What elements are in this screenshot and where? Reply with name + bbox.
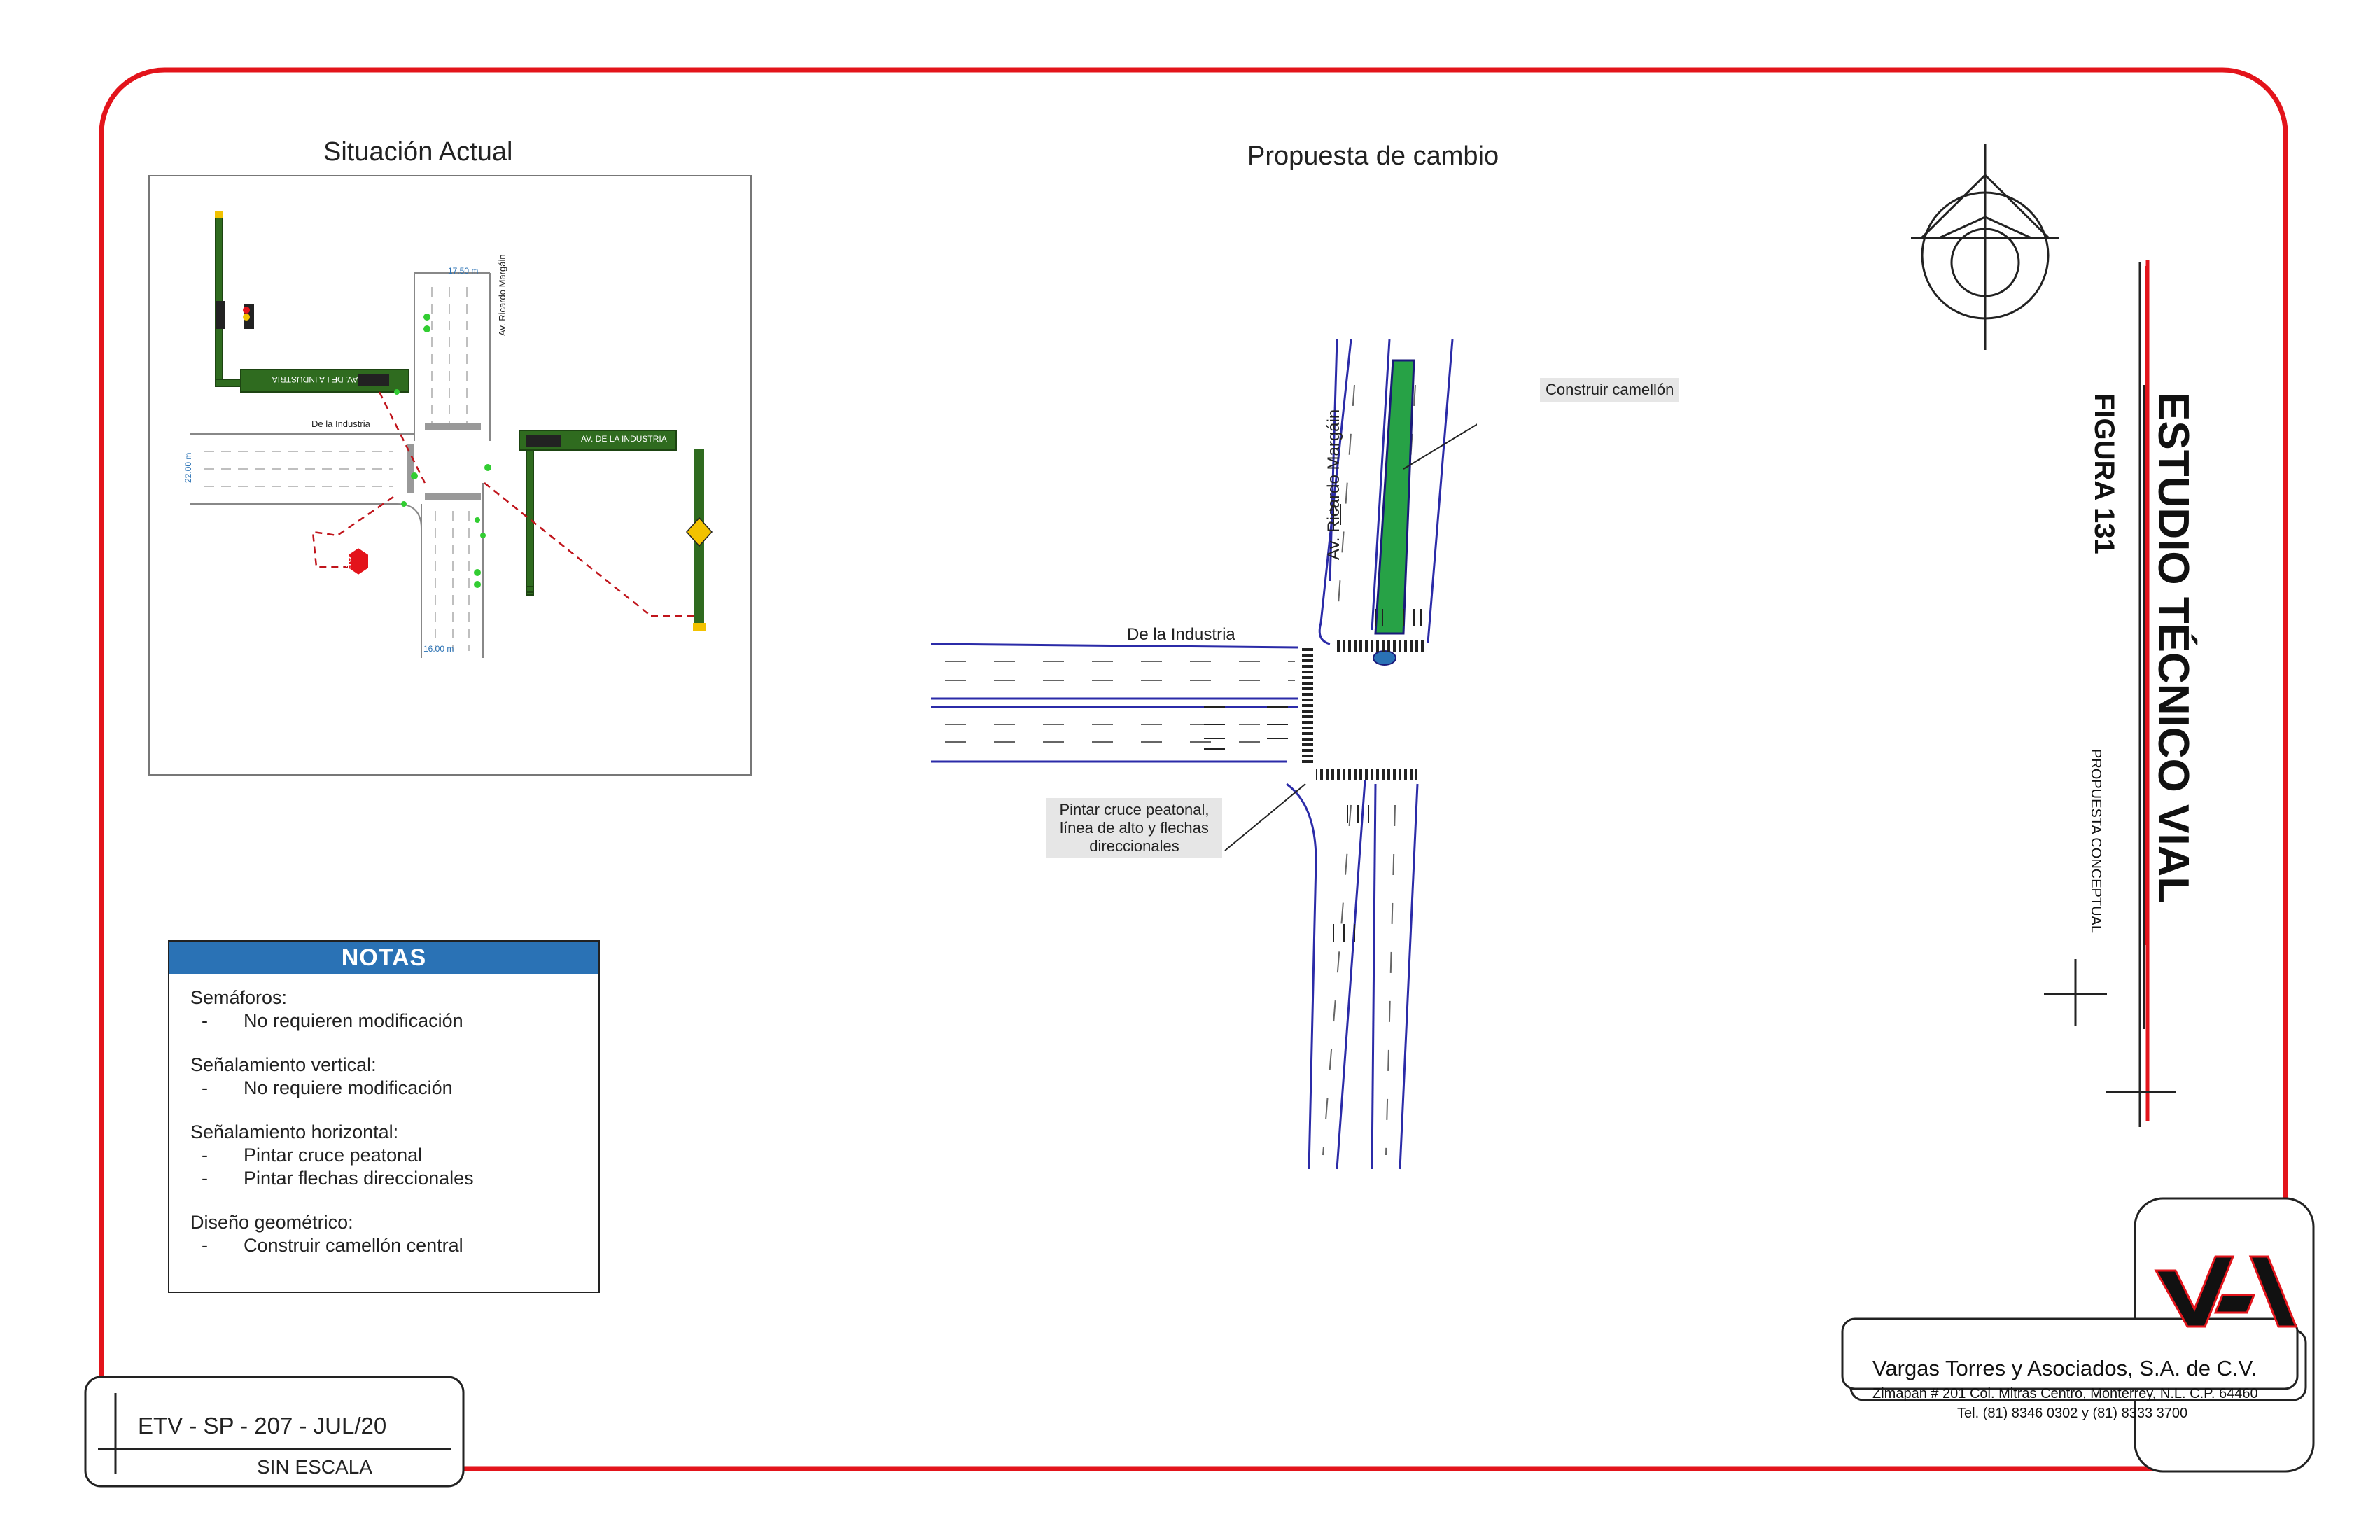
notes-group-title: Señalamiento vertical: (190, 1054, 377, 1075)
dash: - (202, 1010, 208, 1031)
current-street-west: De la Industria (312, 419, 370, 429)
notes-item: - No requieren modificación (190, 1009, 598, 1032)
current-sign-2: AV. DE LA INDUSTRIA (581, 434, 667, 444)
company-address: Zimapan # 201 Col. Mitras Centro, Monter… (1872, 1386, 2258, 1401)
proposal-street-west: De la Industria (1127, 625, 1236, 644)
current-dim-top: 17.50 m (448, 266, 479, 276)
current-dim-left: 22.00 m (183, 452, 193, 483)
title-proposal: Propuesta de cambio (1247, 141, 1499, 171)
company-phone: Tel. (81) 8346 0302 y (81) 8333 3700 (1957, 1406, 2188, 1421)
callout-line: Pintar cruce peatonal, (1059, 801, 1210, 818)
notes-group-title: Semáforos: (190, 987, 288, 1008)
notes-header: NOTAS (169, 941, 598, 974)
title-current-situation: Situación Actual (323, 137, 513, 167)
footer-scale: SIN ESCALA (257, 1456, 372, 1478)
sidebar-subtitle: PROPUESTA CONCEPTUAL (2088, 749, 2104, 934)
callout-line: direccionales (1089, 837, 1180, 855)
current-stop-sign: ALTO (345, 556, 354, 577)
company-logo-frame (1841, 1197, 2315, 1473)
proposal-plan (930, 339, 1477, 1170)
notes-item: - Pintar cruce peatonal (190, 1144, 598, 1167)
notes-group: Señalamiento horizontal: - Pintar cruce p… (190, 1121, 598, 1190)
dash: - (202, 1144, 208, 1166)
notes-group: Semáforos: - No requieren modificación (190, 986, 598, 1032)
dash: - (202, 1235, 208, 1256)
notes-item: - No requiere modificación (190, 1077, 598, 1100)
notes-item-text: No requieren modificación (244, 1010, 463, 1031)
dash: - (202, 1168, 208, 1189)
notes-group-title: Diseño geométrico: (190, 1212, 354, 1233)
notes-group: Señalamiento vertical: - No requiere modi… (190, 1054, 598, 1100)
notes-item-text: Construir camellón central (244, 1235, 463, 1256)
current-dim-bottom: 16.00 m (424, 644, 454, 654)
notes-panel: NOTAS Semáforos: - No requieren modificac… (168, 940, 600, 1293)
sidebar-main-title: ESTUDIO TÉCNICO VIAL (2149, 392, 2197, 904)
notes-item: - Pintar flechas direccionales (190, 1167, 598, 1190)
callout-line: línea de alto y flechas (1060, 819, 1209, 836)
sidebar-figure-number: FIGURA 131 (2089, 393, 2120, 554)
proposal-street-north: Av. Ricardo Margáin (1324, 409, 1343, 560)
notes-item-text: No requiere modificación (244, 1077, 453, 1098)
notes-item: - Construir camellón central (190, 1234, 598, 1257)
current-sign-1: AV. DE LA INDUSTRIA (272, 374, 358, 384)
notes-body: Semáforos: - No requieren modificación Se… (169, 974, 598, 1257)
footer-code: ETV - SP - 207 - JUL/20 (138, 1413, 387, 1438)
notes-group-title: Señalamiento horizontal: (190, 1121, 399, 1142)
notes-item-text: Pintar cruce peatonal (244, 1144, 423, 1166)
callout-paint-crosswalk: Pintar cruce peatonal, línea de alto y f… (1046, 798, 1222, 858)
company-name: Vargas Torres y Asociados, S.A. de C.V. (1872, 1356, 2258, 1380)
callout-build-median: Construir camellón (1540, 378, 1680, 402)
notes-item-text: Pintar flechas direccionales (244, 1168, 474, 1189)
north-arrow-icon (1911, 144, 2059, 350)
current-situation-plan (148, 175, 752, 776)
current-street-north: Av. Ricardo Margáin (497, 254, 507, 336)
notes-group: Diseño geométrico: - Construir camellón c… (190, 1211, 598, 1257)
dash: - (202, 1077, 208, 1098)
